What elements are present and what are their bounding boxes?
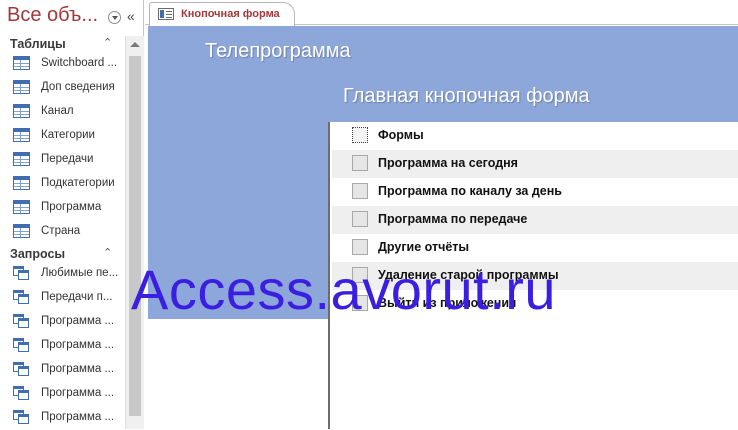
query-icon [13,290,30,304]
nav-dropdown-icon[interactable] [108,11,121,24]
form-subtitle: Главная кнопочная форма [343,85,590,107]
chevron-up-icon[interactable]: ⌃ [103,36,112,49]
nav-item-table[interactable]: Передачи [0,148,124,172]
nav-item-table[interactable]: Канал [0,100,124,124]
group-label: Таблицы [10,37,66,51]
form-title: Телепрограмма [205,40,351,62]
scroll-up-arrow-icon[interactable] [130,42,140,47]
nav-item-label: Категории [41,129,95,141]
nav-item-query[interactable]: Программа ... [0,310,124,334]
query-icon [13,314,30,328]
nav-item-label: Передачи п... [41,291,113,303]
switchboard-button[interactable] [352,127,368,143]
document-area: Кнопочная форма Телепрограмма Главная кн… [145,0,738,429]
nav-item-label: Доп сведения [41,81,115,93]
table-icon [13,224,30,238]
nav-item-table[interactable]: Страна [0,220,124,244]
switchboard-button[interactable] [352,211,368,227]
nav-item-label: Программа [41,201,102,213]
switchboard-label[interactable]: Формы [378,128,424,142]
switchboard-row[interactable]: Программа на сегодня [332,150,738,178]
document-tab-bar: Кнопочная форма [145,0,738,26]
navigation-pane: Все объ... « Таблицы ⌃ Switchboard ... Д… [0,0,144,429]
nav-item-query[interactable]: Программа ... [0,406,124,430]
table-icon [13,200,30,214]
table-icon [13,104,30,118]
query-icon [13,410,30,424]
form-icon [158,8,174,20]
nav-item-table[interactable]: Доп сведения [0,76,124,100]
nav-item-table[interactable]: Категории [0,124,124,148]
switchboard-button[interactable] [352,183,368,199]
nav-item-label: Любимые пе... [41,267,119,279]
nav-item-query[interactable]: Программа ... [0,334,124,358]
nav-item-table[interactable]: Подкатегории [0,172,124,196]
table-icon [13,128,30,142]
table-icon [13,152,30,166]
switchboard-label[interactable]: Программа по передаче [378,212,527,226]
switchboard-button[interactable] [352,155,368,171]
table-icon [13,176,30,190]
switchboard-row[interactable]: Формы [332,122,738,150]
table-icon [13,56,30,70]
nav-item-label: Передачи [41,153,94,165]
nav-header[interactable]: Все объ... « [0,0,144,34]
nav-item-query[interactable]: Любимые пе... [0,262,124,286]
nav-item-label: Switchboard ... [41,57,118,69]
nav-item-query[interactable]: Программа ... [0,358,124,382]
tab-switchboard-form[interactable]: Кнопочная форма [149,2,295,26]
scroll-thumb[interactable] [129,56,141,416]
query-icon [13,386,30,400]
nav-item-label: Страна [41,225,81,237]
switchboard-button[interactable] [352,239,368,255]
nav-item-table[interactable]: Программа [0,196,124,220]
chevron-up-icon[interactable]: ⌃ [103,246,112,259]
nav-item-query[interactable]: Программа ... [0,382,124,406]
query-icon [13,266,30,280]
table-icon [13,80,30,94]
switchboard-row[interactable]: Программа по каналу за день [332,178,738,206]
nav-title[interactable]: Все объ... [7,4,98,27]
nav-scrollbar[interactable] [125,36,144,429]
tab-label: Кнопочная форма [181,8,280,20]
nav-item-query[interactable]: Передачи п... [0,286,124,310]
query-icon [13,362,30,376]
switchboard-label[interactable]: Другие отчёты [378,240,469,254]
nav-item-label: Подкатегории [41,177,115,189]
query-icon [13,338,30,352]
nav-item-label: Программа ... [41,363,115,375]
watermark-text: Access.avorut.ru [131,258,557,321]
nav-item-table[interactable]: Switchboard ... [0,52,124,76]
nav-item-label: Программа ... [41,387,115,399]
nav-item-label: Канал [41,105,74,117]
switchboard-row[interactable]: Программа по передаче [332,206,738,234]
group-label: Запросы [10,247,66,261]
nav-item-label: Программа ... [41,315,115,327]
collapse-pane-icon[interactable]: « [127,8,135,24]
switchboard-label[interactable]: Программа по каналу за день [378,184,562,198]
switchboard-label[interactable]: Программа на сегодня [378,156,518,170]
nav-item-label: Программа ... [41,339,115,351]
nav-item-label: Программа ... [41,411,115,423]
